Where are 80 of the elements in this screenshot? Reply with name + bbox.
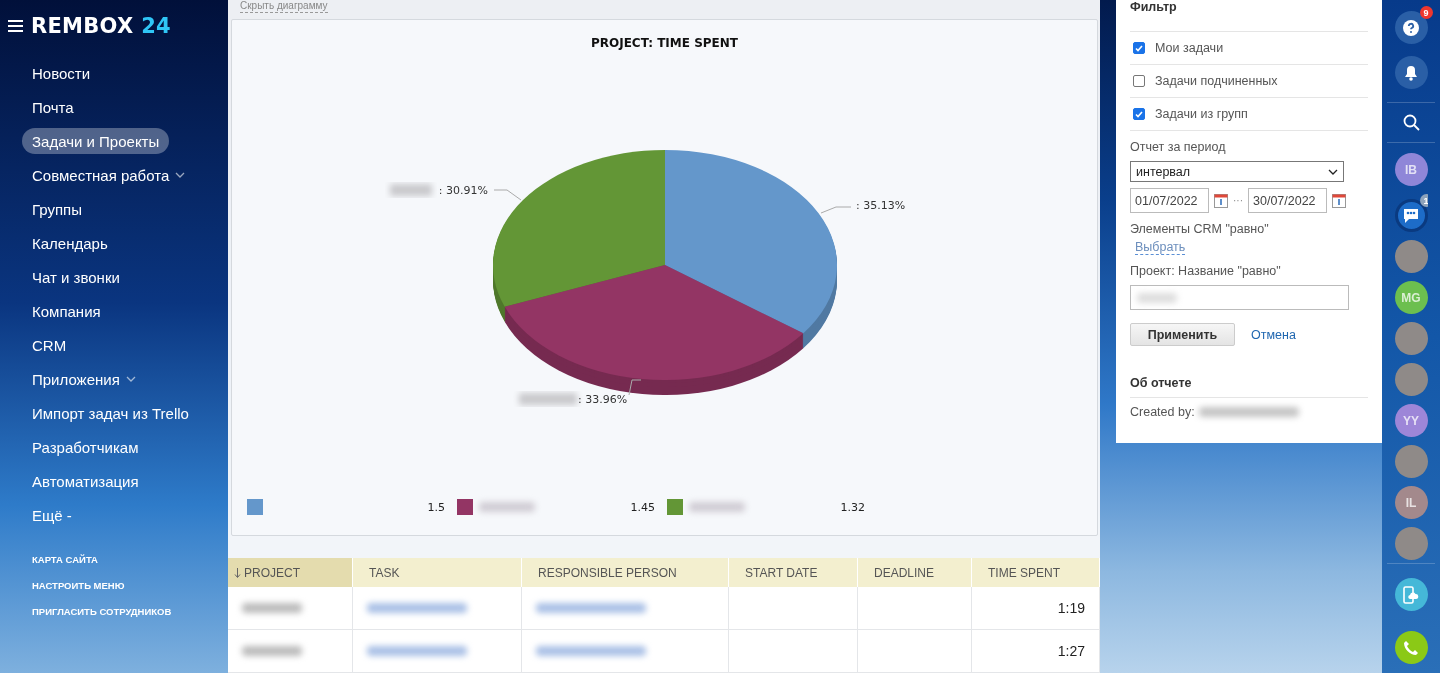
nav-item[interactable]: CRM [22,332,77,358]
calendar-icon[interactable] [1214,193,1228,208]
project-input[interactable] [1130,285,1349,310]
table-cell: 1:27 [972,630,1100,673]
hide-chart-link[interactable]: Скрыть диаграмму [240,0,328,13]
redacted-label [390,184,432,196]
checkbox-label: Задачи из групп [1155,107,1248,121]
slice-label: : 35.13% [856,199,906,212]
checkbox[interactable] [1133,42,1145,54]
contact-avatar[interactable] [1394,363,1428,396]
column-header[interactable]: TASK [353,558,522,587]
checkbox[interactable] [1133,75,1145,87]
redacted-text [242,646,302,656]
bell-icon [1404,64,1418,81]
checkbox[interactable] [1133,108,1145,120]
field-label: Отчет за период [1130,140,1227,154]
table-cell: 1:19 [972,587,1100,630]
contact-avatar[interactable] [1394,240,1428,273]
footer-link[interactable]: КАРТА САЙТА [32,554,98,565]
date-separator: ··· [1233,195,1243,206]
call-button[interactable] [1394,631,1428,664]
search-icon[interactable] [1402,113,1420,131]
column-header[interactable]: TIME SPENT [972,558,1100,587]
column-header[interactable]: PROJECT [228,558,353,587]
chevron-down-icon [1328,168,1338,175]
nav-item[interactable]: Импорт задач из Trello [22,400,199,426]
nav-item[interactable]: Приложения [22,366,146,392]
notification-badge: 1 [1419,194,1428,207]
help-button[interactable] [1394,11,1428,44]
column-header[interactable]: RESPONSIBLE PERSON [522,558,729,587]
group-chat-button[interactable] [1394,199,1428,232]
nav-item[interactable]: Задачи и Проекты [22,128,170,154]
chart-title: PROJECT: TIME SPENT [590,36,738,50]
calendar-icon[interactable] [1332,193,1346,208]
redacted-text [242,603,302,613]
column-header[interactable]: START DATE [729,558,858,587]
cancel-link[interactable]: Отмена [1251,327,1296,342]
leader-line [820,206,852,214]
nav-item[interactable]: Совместная работа [22,162,196,188]
leader-line [493,189,522,201]
section-title: Об отчете [1130,376,1368,398]
nav-item[interactable]: Автоматизация [22,468,149,494]
apply-button[interactable]: Применить [1130,323,1235,346]
nav-item[interactable]: Календарь [22,230,118,256]
date-input[interactable]: 30/07/2022 [1248,188,1327,213]
help-icon [1403,19,1419,36]
slice-label: : 30.91% [438,184,488,197]
phone-icon [1403,639,1419,656]
column-header[interactable]: DEADLINE [858,558,972,587]
nav-item[interactable]: Группы [22,196,92,222]
legend-value: 1.32 [840,500,865,514]
slice-label: : 33.96% [578,393,628,406]
choose-link[interactable]: Выбрать [1135,240,1186,255]
period-select[interactable]: интервал [1130,161,1344,182]
field-label: Элементы CRM "равно" [1130,222,1270,236]
logo[interactable]: REMBOX 24 [31,14,171,38]
nav-item[interactable]: Ещё - [22,502,82,528]
notification-badge: 9 [1419,6,1433,19]
redacted-label [519,393,577,405]
group-chat-icon [1402,207,1420,224]
sort-arrow-icon [234,567,241,578]
created-by-label: Created by: [1130,405,1195,419]
nav-item[interactable]: Почта [22,94,84,120]
phone-cloud-icon [1403,585,1419,604]
legend-value: 1.5 [427,500,445,514]
filter-title: Фильтр [1130,0,1368,32]
legend-value: 1.45 [630,500,655,514]
field-label: Проект: Название "равно" [1130,264,1282,278]
leader-line [628,379,642,396]
date-input[interactable]: 01/07/2022 [1130,188,1209,213]
nav-item[interactable]: Новости [22,60,101,86]
cloud-phone-button[interactable] [1394,578,1428,611]
nav-item[interactable]: Компания [22,298,111,324]
notifications-button[interactable] [1394,56,1428,89]
menu-icon[interactable] [8,20,23,32]
nav-item[interactable]: Разработчикам [22,434,149,460]
checkbox-label: Мои задачи [1155,41,1224,55]
contact-avatar[interactable] [1394,322,1428,355]
nav-item[interactable]: Чат и звонки [22,264,130,290]
checkbox-label: Задачи подчиненных [1155,74,1278,88]
